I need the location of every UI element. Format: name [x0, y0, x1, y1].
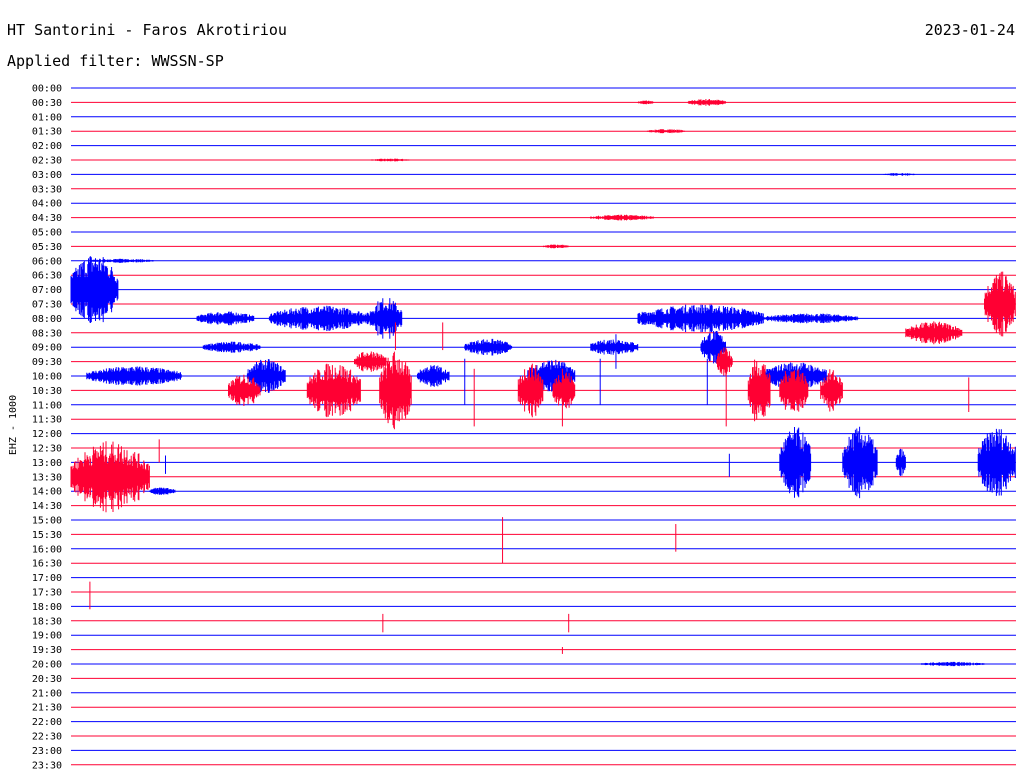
time-tick-label: 21:30	[32, 703, 62, 714]
seismic-burst	[86, 366, 182, 386]
time-tick-label: 19:30	[32, 645, 62, 656]
time-tick-label: 20:30	[32, 674, 62, 685]
time-tick-label: 15:00	[32, 516, 62, 527]
time-tick-label: 17:00	[32, 573, 62, 584]
time-tick-label: 01:00	[32, 112, 62, 123]
seismic-burst	[905, 321, 963, 345]
time-tick-label: 16:00	[32, 544, 62, 555]
time-tick-label: 11:00	[32, 400, 62, 411]
time-tick-label: 04:00	[32, 199, 62, 210]
time-tick-label: 02:00	[32, 141, 62, 152]
seismic-burst	[369, 158, 412, 162]
seismic-burst	[977, 428, 1016, 496]
time-tick-label: 02:30	[32, 156, 62, 167]
seismic-burst	[747, 359, 771, 422]
seismic-burst	[196, 311, 255, 326]
seismic-burst	[895, 448, 906, 476]
seismic-burst	[637, 304, 764, 333]
time-tick-label: 01:30	[32, 127, 62, 138]
time-tick-label: 12:30	[32, 444, 62, 455]
time-tick-label: 23:00	[32, 746, 62, 757]
time-tick-label: 06:30	[32, 271, 62, 282]
helicorder-chart: 00:00 00:30 01:00 01:30 02:00 02:30 03:00 03:30…	[8, 84, 1016, 772]
time-tick-label: 03:30	[32, 184, 62, 195]
seismic-burst	[763, 313, 859, 324]
time-tick-label: 04:30	[32, 213, 62, 224]
seismic-burst	[590, 214, 654, 221]
time-tick-label: 22:00	[32, 717, 62, 728]
time-tick-label: 16:30	[32, 559, 62, 570]
seismic-burst	[984, 271, 1016, 337]
seismic-burst	[687, 99, 726, 106]
time-tick-label: 00:30	[32, 98, 62, 109]
time-tick-label: 09:00	[32, 343, 62, 354]
seismic-burst	[646, 129, 686, 134]
time-tick-label: 06:00	[32, 256, 62, 267]
seismic-burst	[202, 341, 261, 353]
seismic-burst	[149, 487, 176, 495]
y-axis-label: EHZ - 1000	[8, 395, 19, 455]
seismic-burst	[842, 426, 878, 499]
time-tick-label: 17:30	[32, 588, 62, 599]
trace-rows	[70, 87, 1016, 766]
seismic-burst	[883, 173, 915, 176]
time-tick-labels: 00:00 00:30 01:00 01:30 02:00 02:30 03:00 03:30…	[32, 84, 62, 772]
time-tick-label: 08:00	[32, 314, 62, 325]
time-tick-label: 13:30	[32, 472, 62, 483]
time-tick-label: 10:30	[32, 386, 62, 397]
time-tick-label: 09:30	[32, 357, 62, 368]
seismic-burst	[354, 351, 387, 372]
time-tick-label: 18:00	[32, 602, 62, 613]
seismic-burst	[70, 441, 150, 513]
time-tick-label: 05:00	[32, 228, 62, 239]
time-tick-label: 19:00	[32, 631, 62, 642]
time-tick-label: 18:30	[32, 616, 62, 627]
time-tick-label: 08:30	[32, 328, 62, 339]
seismic-burst	[70, 256, 119, 323]
time-tick-label: 07:00	[32, 285, 62, 296]
time-tick-label: 00:00	[32, 84, 62, 95]
time-tick-label: 10:00	[32, 372, 62, 383]
time-tick-label: 05:30	[32, 242, 62, 253]
seismic-burst	[268, 305, 371, 331]
time-tick-label: 11:30	[32, 415, 62, 426]
time-tick-label: 07:30	[32, 300, 62, 311]
time-tick-label: 13:00	[32, 458, 62, 469]
seismic-burst	[637, 100, 654, 105]
time-tick-label: 21:00	[32, 688, 62, 699]
seismic-burst	[417, 365, 450, 387]
time-tick-label: 15:30	[32, 530, 62, 541]
seismic-burst	[590, 339, 639, 355]
time-tick-label: 20:00	[32, 660, 62, 671]
seismic-burst	[543, 244, 569, 249]
time-tick-label: 14:00	[32, 487, 62, 498]
seismic-burst	[306, 363, 361, 418]
time-tick-label: 12:00	[32, 429, 62, 440]
seismic-burst	[464, 338, 513, 356]
time-tick-label: 23:30	[32, 760, 62, 771]
seismic-burst	[921, 661, 985, 667]
time-tick-label: 22:30	[32, 732, 62, 743]
time-tick-label: 03:00	[32, 170, 62, 181]
time-tick-label: 14:30	[32, 501, 62, 512]
seismic-burst	[779, 427, 812, 498]
